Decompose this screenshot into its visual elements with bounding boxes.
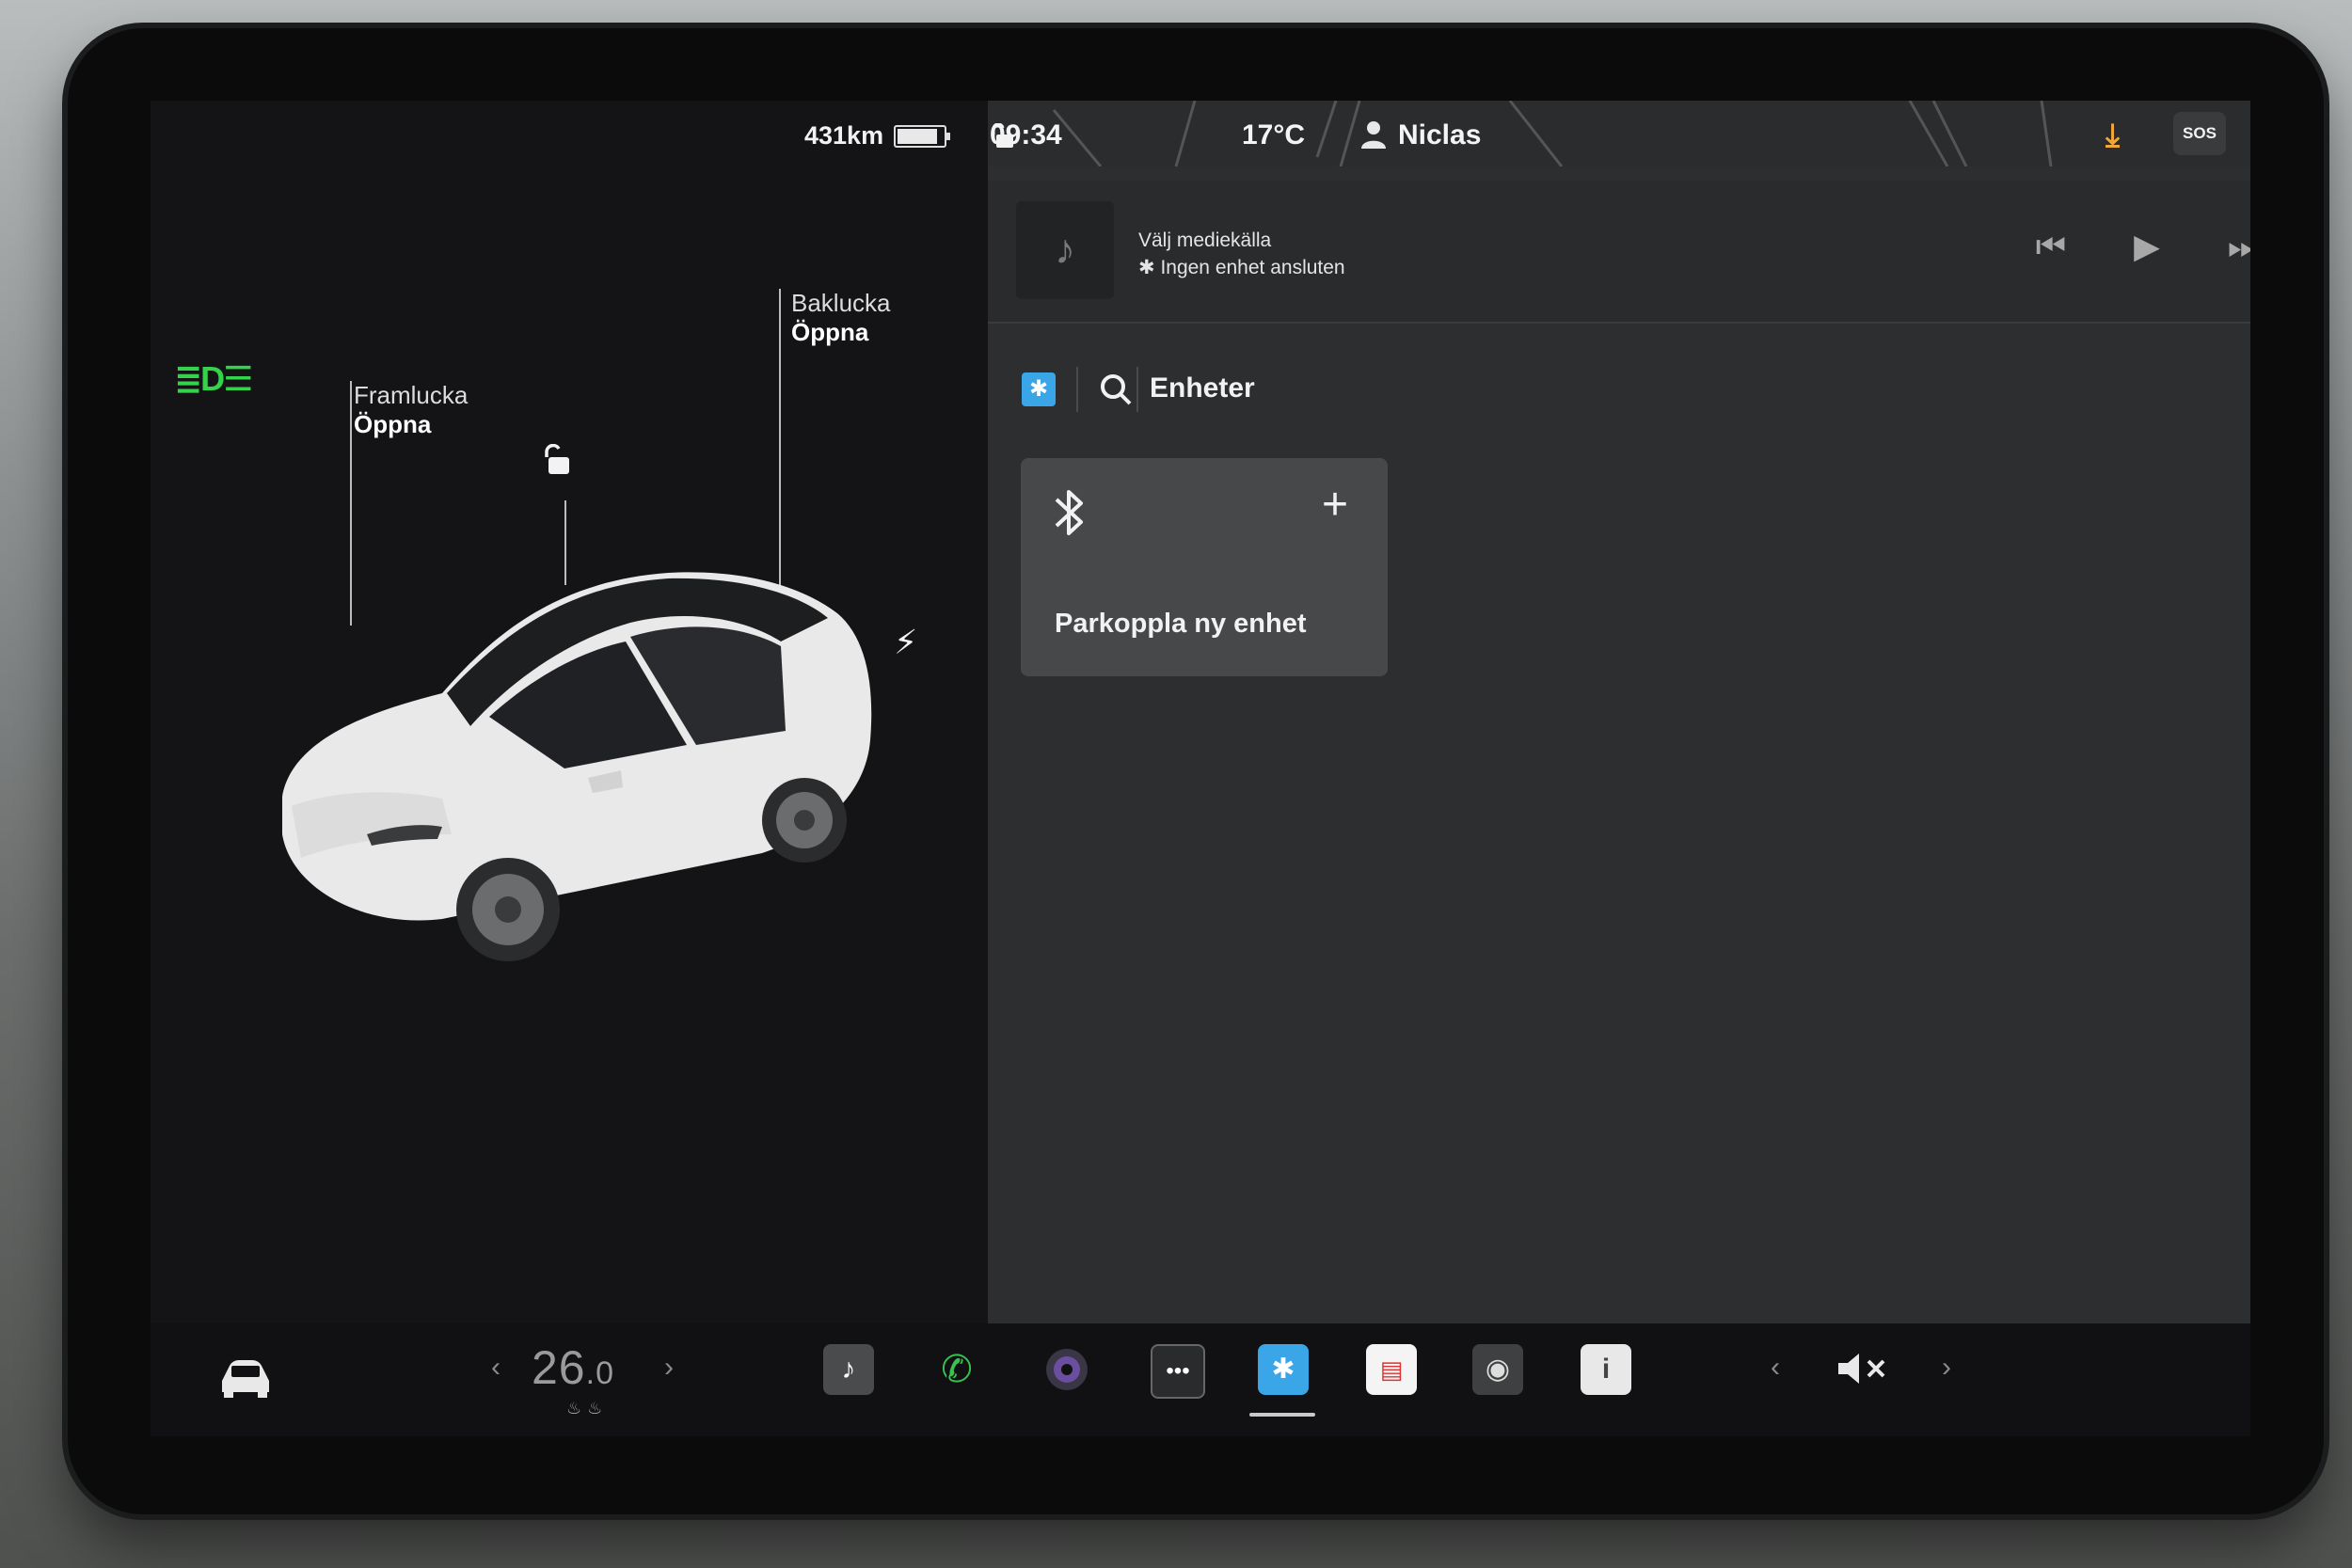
seat-heater-icons[interactable]: ♨♨	[566, 1399, 608, 1418]
more-apps-icon[interactable]: •••	[1151, 1344, 1205, 1399]
active-app-indicator	[1249, 1413, 1315, 1417]
volume-increase-icon[interactable]: ›	[1942, 1352, 1951, 1384]
battery-icon	[894, 125, 950, 148]
clock: 09:34	[990, 119, 1062, 150]
bluetooth-icon[interactable]: ✱	[1022, 372, 1056, 406]
cabin-temperature[interactable]: 26.0	[532, 1340, 614, 1395]
media-device-status: ✱ Ingen enhet ansluten	[1138, 256, 1345, 279]
driver-profile-name[interactable]: Niclas	[1398, 119, 1481, 151]
media-player-bar: ♪ Välj mediekälla ✱ Ingen enhet ansluten…	[988, 181, 2250, 324]
car-visualization-panel: 431km ≣D☰ Framlucka Öppna Baklucka Öppna…	[151, 101, 988, 1323]
media-device-text: Ingen enhet ansluten	[1160, 257, 1345, 278]
trunk-leader-line	[779, 289, 781, 590]
toolbar-divider	[1136, 367, 1138, 412]
next-track-icon[interactable]: ⏭	[2215, 218, 2250, 275]
bottom-dock: ‹ 26.0 › ♨♨ ♪ ✆ ••• ✱ ▤ ◉ i ‹ ›	[151, 1323, 2250, 1436]
bluetooth-toolbar: ✱ Enheter	[988, 350, 2250, 435]
plus-icon: +	[1322, 480, 1349, 530]
phone-app-icon[interactable]: ✆	[931, 1344, 982, 1395]
outside-temperature: 17°C	[1242, 119, 1306, 150]
toolbar-divider	[1076, 367, 1078, 412]
camera-lens-icon	[1046, 1349, 1088, 1390]
touchscreen: 431km ≣D☰ Framlucka Öppna Baklucka Öppna…	[151, 101, 2250, 1436]
pair-new-device-label: Parkoppla ny enhet	[1055, 609, 1307, 639]
range-readout: 431km	[804, 121, 884, 150]
previous-track-icon[interactable]: ⏮	[2023, 218, 2079, 275]
calendar-app-icon[interactable]: ▤	[1366, 1344, 1417, 1395]
sos-button[interactable]: SOS	[2173, 112, 2226, 155]
temp-increase-icon[interactable]: ›	[664, 1352, 674, 1384]
dashcam-app-icon[interactable]: ◉	[1472, 1344, 1523, 1395]
unlock-icon[interactable]	[541, 444, 575, 476]
temp-integer: 26	[532, 1341, 586, 1394]
download-icon[interactable]: ⤓	[2106, 118, 2120, 154]
music-note-icon[interactable]: ♪	[1016, 201, 1114, 299]
headlight-icon: ≣D☰	[174, 359, 253, 398]
bluetooth-app-icon[interactable]: ✱	[1258, 1344, 1309, 1395]
bluetooth-icon	[1055, 490, 1083, 535]
temp-decimal: .0	[585, 1355, 614, 1391]
media-source-label[interactable]: Välj mediekälla	[1138, 230, 1271, 252]
play-icon[interactable]: ▶	[2119, 218, 2175, 275]
camera-app-icon[interactable]	[1041, 1344, 1092, 1395]
volume-decrease-icon[interactable]: ‹	[1771, 1352, 1780, 1384]
mute-icon[interactable]	[1835, 1350, 1891, 1387]
trunk-open-action[interactable]: Öppna	[791, 318, 868, 346]
music-app-icon[interactable]: ♪	[823, 1344, 874, 1395]
temp-decrease-icon[interactable]: ‹	[491, 1352, 501, 1384]
car-icon[interactable]	[216, 1356, 275, 1400]
frunk-control[interactable]: Framlucka Öppna	[354, 381, 468, 439]
map-background-strip	[988, 101, 2250, 166]
trunk-label: Baklucka	[791, 289, 891, 317]
manual-app-icon[interactable]: i	[1581, 1344, 1631, 1395]
car-image	[282, 572, 872, 961]
pair-new-device-card[interactable]: + Parkoppla ny enhet	[1021, 458, 1388, 676]
bluetooth-small-icon: ✱	[1138, 257, 1161, 278]
user-icon[interactable]	[1359, 119, 1388, 150]
frunk-label: Framlucka	[354, 381, 469, 409]
search-icon[interactable]	[1097, 371, 1135, 408]
trunk-control[interactable]: Baklucka Öppna	[791, 289, 891, 347]
frunk-open-action[interactable]: Öppna	[354, 410, 431, 438]
tab-devices[interactable]: Enheter	[1150, 372, 1255, 404]
